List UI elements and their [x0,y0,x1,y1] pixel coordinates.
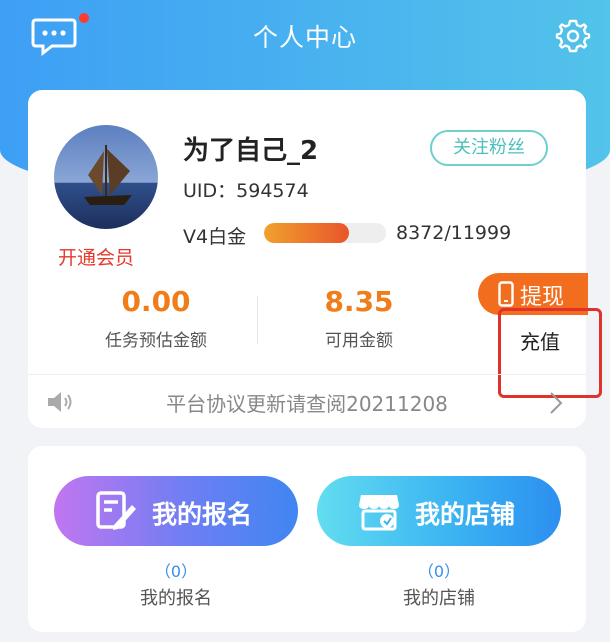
chevron-right-icon [550,392,563,414]
stat-value: 0.00 [121,285,191,318]
my-store-button[interactable]: 我的店铺 [317,476,561,546]
level-label: V4白金 [183,226,247,248]
uid-label: UID： [183,180,237,202]
signup-caption[interactable]: 我的报名 [54,584,298,610]
withdraw-label: 提现 [520,285,565,310]
uid-value: 594574 [236,180,309,202]
notice-bar[interactable]: 平台协议更新请查阅20211208 [28,376,586,428]
follow-fans-button[interactable]: 关注粉丝 [430,130,548,166]
open-vip-link[interactable]: 开通会员 [58,243,134,270]
signup-count: （0） [154,562,198,581]
username: 为了自己_2 [183,136,319,166]
avatar-image [54,125,158,229]
stat-available[interactable]: 8.35 可用金额 [274,285,444,351]
profile-card: 开通会员 为了自己_2 UID：594574 关注粉丝 V4白金 8372/11… [28,90,602,428]
shortcuts-card: 我的报名 我的店铺 （0） （0） 我的报名 我的店铺 [28,446,586,632]
notice-text: 平台协议更新请查阅20211208 [166,392,448,416]
stat-value: 8.35 [324,285,394,318]
level-progress-fill [264,223,350,243]
stat-divider [257,296,258,344]
page-title: 个人中心 [252,23,357,52]
my-signup-label: 我的报名 [152,500,253,529]
my-store-label: 我的店铺 [415,500,516,529]
store-icon [359,495,399,531]
stat-label: 可用金额 [325,331,393,351]
uid-row: UID：594574 [183,176,309,203]
edit-form-icon [96,491,136,530]
gear-icon [555,19,591,53]
level-value: 8372/11999 [396,222,512,244]
divider [28,374,586,375]
stat-label: 任务预估金额 [105,331,207,351]
my-signup-button[interactable]: 我的报名 [54,476,298,546]
top-bar: 个人中心 [0,0,610,70]
phone-icon [498,281,514,307]
avatar[interactable] [54,125,158,229]
store-caption[interactable]: 我的店铺 [317,584,561,610]
store-count: （0） [417,562,461,581]
level-progress-bar [264,223,386,243]
settings-button[interactable] [555,18,591,54]
stat-estimated[interactable]: 0.00 任务预估金额 [71,285,241,351]
